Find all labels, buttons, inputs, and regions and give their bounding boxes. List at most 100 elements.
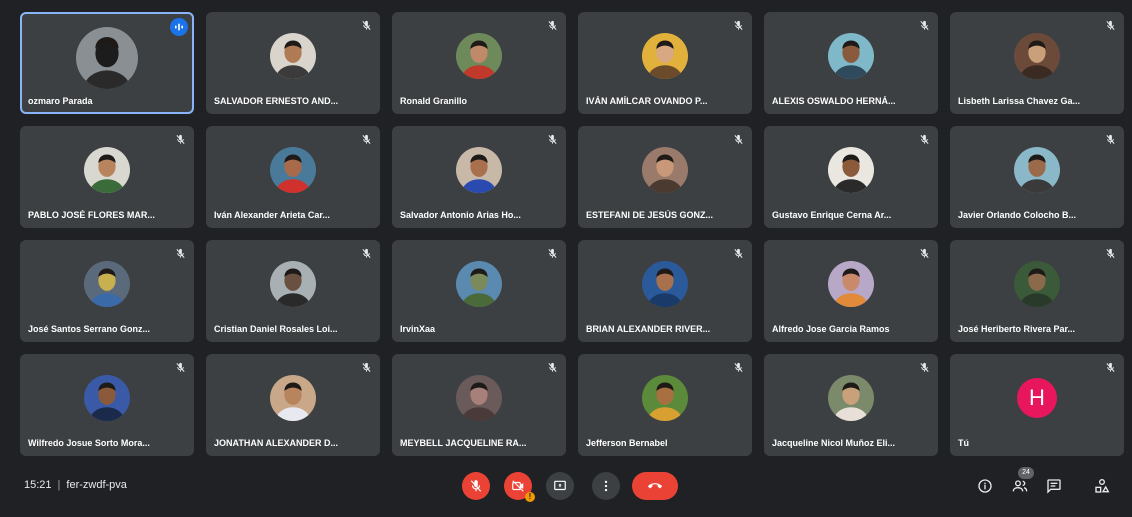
participant-name: Iván Alexander Arieta Car...	[214, 210, 330, 220]
avatar	[642, 261, 688, 307]
participant-name: PABLO JOSÉ FLORES MAR...	[28, 210, 155, 220]
mic-muted-icon	[734, 134, 743, 144]
participant-tile[interactable]: Jefferson Bernabel	[578, 354, 752, 456]
avatar	[270, 261, 316, 307]
participant-name: Lisbeth Larissa Chavez Ga...	[958, 96, 1081, 106]
mic-muted-icon	[920, 362, 929, 372]
avatar	[270, 33, 316, 79]
avatar	[84, 147, 130, 193]
avatar	[84, 261, 130, 307]
participant-tile[interactable]: José Heriberto Rivera Par...	[950, 240, 1124, 342]
clock: 15:21	[24, 479, 52, 491]
more-options-button[interactable]	[592, 472, 620, 500]
participant-tile[interactable]: ALEXIS OSWALDO HERNÁ...	[764, 12, 938, 114]
participant-tile[interactable]: Wilfredo Josue Sorto Mora...	[20, 354, 194, 456]
participant-name: IrvinXaa	[400, 324, 436, 334]
meeting-code: fer-zwdf-pva	[66, 479, 127, 491]
mic-off-icon	[470, 480, 482, 492]
mic-muted-icon	[548, 248, 557, 258]
avatar	[84, 375, 130, 421]
bottom-toolbar: 15:21 | fer-zwdf-pva ! 24	[0, 462, 1132, 512]
mic-muted-icon	[1106, 20, 1115, 30]
avatar	[642, 33, 688, 79]
camera-off-icon	[512, 480, 524, 492]
participant-tile[interactable]: Javier Orlando Colocho B...	[950, 126, 1124, 228]
mic-muted-icon	[176, 362, 185, 372]
participant-tile[interactable]: H Tú	[950, 354, 1124, 456]
avatar	[642, 375, 688, 421]
participant-name: Salvador Antonio Arias Ho...	[400, 210, 521, 220]
meeting-info-button[interactable]	[975, 476, 995, 496]
participant-tile[interactable]: Jacqueline Nicol Muñoz Eli...	[764, 354, 938, 456]
camera-toggle-button[interactable]: !	[504, 472, 535, 502]
participant-name: Cristian Daniel Rosales Loi...	[214, 324, 338, 334]
mic-muted-icon	[362, 20, 371, 30]
participant-name: Javier Orlando Colocho B...	[958, 210, 1077, 220]
participant-tile[interactable]: MEYBELL JACQUELINE RA...	[392, 354, 566, 456]
mic-muted-icon	[548, 362, 557, 372]
avatar	[270, 375, 316, 421]
meeting-details[interactable]: 15:21 | fer-zwdf-pva	[24, 479, 127, 491]
speaking-indicator-icon	[170, 18, 188, 36]
participant-tile[interactable]: ozmaro Parada	[20, 12, 194, 114]
present-button[interactable]	[546, 472, 574, 500]
participant-tile[interactable]: José Santos Serrano Gonz...	[20, 240, 194, 342]
participant-tile[interactable]: Gustavo Enrique Cerna Ar...	[764, 126, 938, 228]
participant-tile[interactable]: IrvinXaa	[392, 240, 566, 342]
meet-app: ozmaro Parada SALVADOR ERNESTO AND... Rona…	[0, 0, 1132, 517]
participant-tile[interactable]: Cristian Daniel Rosales Loi...	[206, 240, 380, 342]
participant-name: SALVADOR ERNESTO AND...	[214, 96, 339, 106]
activities-icon	[1095, 479, 1110, 493]
separator: |	[57, 479, 61, 491]
participant-tile[interactable]: IVÁN AMÍLCAR OVANDO P...	[578, 12, 752, 114]
call-end-icon	[648, 483, 662, 489]
mic-muted-icon	[362, 248, 371, 258]
mic-muted-icon	[734, 362, 743, 372]
people-button[interactable]: 24	[1010, 467, 1034, 496]
participant-name: Wilfredo Josue Sorto Mora...	[28, 438, 150, 448]
participant-name: José Santos Serrano Gonz...	[28, 324, 151, 334]
participant-name: Tú	[958, 438, 969, 448]
mic-toggle-button[interactable]	[462, 472, 490, 500]
participant-tile[interactable]: Ronald Granillo	[392, 12, 566, 114]
participant-tile[interactable]: BRIAN ALEXANDER RIVER...	[578, 240, 752, 342]
present-screen-icon	[554, 480, 566, 491]
participant-name: BRIAN ALEXANDER RIVER...	[586, 324, 711, 334]
participant-name: Ronald Granillo	[400, 96, 468, 106]
avatar	[456, 375, 502, 421]
participant-tile[interactable]: Alfredo Jose Garcia Ramos	[764, 240, 938, 342]
mic-muted-icon	[1106, 362, 1115, 372]
leave-call-button[interactable]	[632, 472, 678, 500]
info-icon	[978, 479, 992, 493]
participant-name: MEYBELL JACQUELINE RA...	[400, 438, 527, 448]
participant-tile[interactable]: JONATHAN ALEXANDER D...	[206, 354, 380, 456]
mic-muted-icon	[362, 362, 371, 372]
mic-muted-icon	[920, 248, 929, 258]
participant-name: ALEXIS OSWALDO HERNÁ...	[772, 96, 896, 106]
participant-name: ESTEFANI DE JESÚS GONZ...	[586, 210, 714, 220]
avatar	[828, 147, 874, 193]
participant-tile[interactable]: Salvador Antonio Arias Ho...	[392, 126, 566, 228]
participant-name: Jefferson Bernabel	[586, 438, 668, 448]
avatar	[270, 147, 316, 193]
avatar	[1014, 33, 1060, 79]
activities-button[interactable]	[1092, 476, 1112, 496]
avatar	[76, 27, 138, 89]
chat-button[interactable]	[1044, 476, 1064, 496]
avatar	[828, 261, 874, 307]
mic-muted-icon	[548, 20, 557, 30]
participant-name: Alfredo Jose Garcia Ramos	[772, 324, 890, 334]
participant-tile[interactable]: Iván Alexander Arieta Car...	[206, 126, 380, 228]
avatar	[828, 33, 874, 79]
people-icon	[1012, 480, 1028, 492]
avatar	[642, 147, 688, 193]
participant-name: ozmaro Parada	[28, 96, 93, 106]
participant-name: JONATHAN ALEXANDER D...	[214, 438, 339, 448]
participant-tile[interactable]: SALVADOR ERNESTO AND...	[206, 12, 380, 114]
mic-muted-icon	[920, 134, 929, 144]
chat-icon	[1047, 479, 1061, 494]
avatar	[456, 33, 502, 79]
participant-tile[interactable]: Lisbeth Larissa Chavez Ga...	[950, 12, 1124, 114]
participant-tile[interactable]: ESTEFANI DE JESÚS GONZ...	[578, 126, 752, 228]
participant-tile[interactable]: PABLO JOSÉ FLORES MAR...	[20, 126, 194, 228]
